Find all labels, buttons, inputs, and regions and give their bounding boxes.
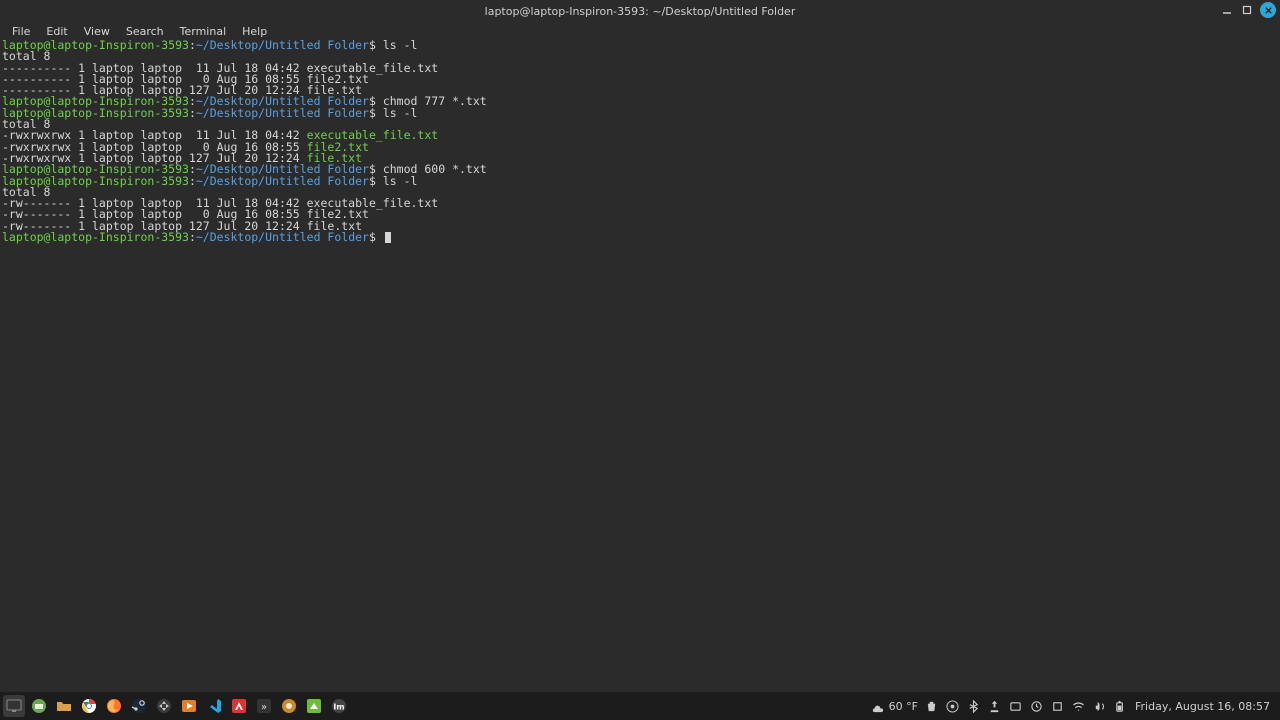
sound-icon[interactable] [1093, 699, 1107, 713]
mint-menu-launcher[interactable]: lm [328, 695, 350, 717]
menu-help[interactable]: Help [234, 23, 275, 40]
tray-misc-a-icon[interactable] [1009, 699, 1023, 713]
app-c-launcher[interactable] [278, 695, 300, 717]
window-titlebar: laptop@laptop-Inspiron-3593: ~/Desktop/U… [0, 0, 1280, 22]
terminal-viewport[interactable]: laptop@laptop-Inspiron-3593:~/Desktop/Un… [0, 40, 1280, 692]
obs-tray-icon[interactable] [946, 699, 960, 713]
battery-icon[interactable] [1114, 699, 1128, 713]
menu-search[interactable]: Search [118, 23, 172, 40]
weather-widget[interactable]: 60 °F [871, 699, 918, 713]
updates-icon[interactable] [988, 699, 1002, 713]
menu-view[interactable]: View [76, 23, 118, 40]
close-button[interactable] [1260, 2, 1276, 18]
prompt-user: laptop@laptop-Inspiron-3593 [2, 230, 189, 244]
terminal-line: laptop@laptop-Inspiron-3593:~/Desktop/Un… [2, 232, 1278, 243]
files-launcher[interactable] [28, 695, 50, 717]
software-manager-launcher[interactable] [153, 695, 175, 717]
prompt-path: ~/Desktop/Untitled Folder [196, 38, 369, 52]
steam-launcher[interactable] [128, 695, 150, 717]
menu-edit[interactable]: Edit [38, 23, 75, 40]
command-text: ls -l [383, 38, 418, 52]
menu-file[interactable]: File [4, 23, 38, 40]
vscode-launcher[interactable] [203, 695, 225, 717]
app-a-launcher[interactable] [228, 695, 250, 717]
bluetooth-icon[interactable] [967, 699, 981, 713]
prompt-sep: : [189, 230, 196, 244]
command-text: ls -l [383, 174, 418, 188]
weather-text: 60 °F [889, 700, 918, 713]
prompt-dollar: $ [369, 174, 383, 188]
terminal-line: laptop@laptop-Inspiron-3593:~/Desktop/Un… [2, 176, 1278, 187]
command-text: ls -l [383, 106, 418, 120]
prompt-sep: : [189, 38, 196, 52]
taskbar: » lm 60 °F [0, 692, 1280, 720]
svg-text:lm: lm [333, 703, 344, 712]
prompt-dollar: $ [369, 230, 383, 244]
window-title: laptop@laptop-Inspiron-3593: ~/Desktop/U… [0, 5, 1280, 18]
clock[interactable]: Friday, August 16, 08:57 [1135, 700, 1270, 713]
minimize-button[interactable] [1220, 3, 1234, 17]
file-manager-launcher[interactable] [53, 695, 75, 717]
prompt-path: ~/Desktop/Untitled Folder [196, 230, 369, 244]
trash-icon[interactable] [925, 699, 939, 713]
prompt-sep: : [189, 174, 196, 188]
prompt-path: ~/Desktop/Untitled Folder [196, 174, 369, 188]
app-d-launcher[interactable] [303, 695, 325, 717]
prompt-path: ~/Desktop/Untitled Folder [196, 106, 369, 120]
svg-text:»: » [261, 702, 267, 713]
prompt-dollar: $ [369, 38, 383, 52]
firefox-launcher[interactable] [103, 695, 125, 717]
taskbar-launchers: » lm [0, 695, 350, 717]
maximize-button[interactable] [1240, 3, 1254, 17]
desktop-screen: laptop@laptop-Inspiron-3593: ~/Desktop/U… [0, 0, 1280, 720]
app-b-launcher[interactable]: » [253, 695, 275, 717]
window-controls [1220, 2, 1276, 18]
system-tray: 60 °F Friday, August 16, 08:57 [871, 699, 1280, 713]
chrome-launcher[interactable] [78, 695, 100, 717]
menu-terminal[interactable]: Terminal [172, 23, 235, 40]
show-desktop-button[interactable] [3, 695, 25, 717]
tray-misc-b-icon[interactable] [1030, 699, 1044, 713]
prompt-sep: : [189, 106, 196, 120]
media-player-launcher[interactable] [178, 695, 200, 717]
terminal-line: laptop@laptop-Inspiron-3593:~/Desktop/Un… [2, 40, 1278, 51]
cursor [385, 232, 391, 243]
weather-icon [871, 699, 885, 713]
prompt-dollar: $ [369, 106, 383, 120]
network-icon[interactable] [1072, 699, 1086, 713]
terminal-line: laptop@laptop-Inspiron-3593:~/Desktop/Un… [2, 108, 1278, 119]
tray-misc-c-icon[interactable] [1051, 699, 1065, 713]
